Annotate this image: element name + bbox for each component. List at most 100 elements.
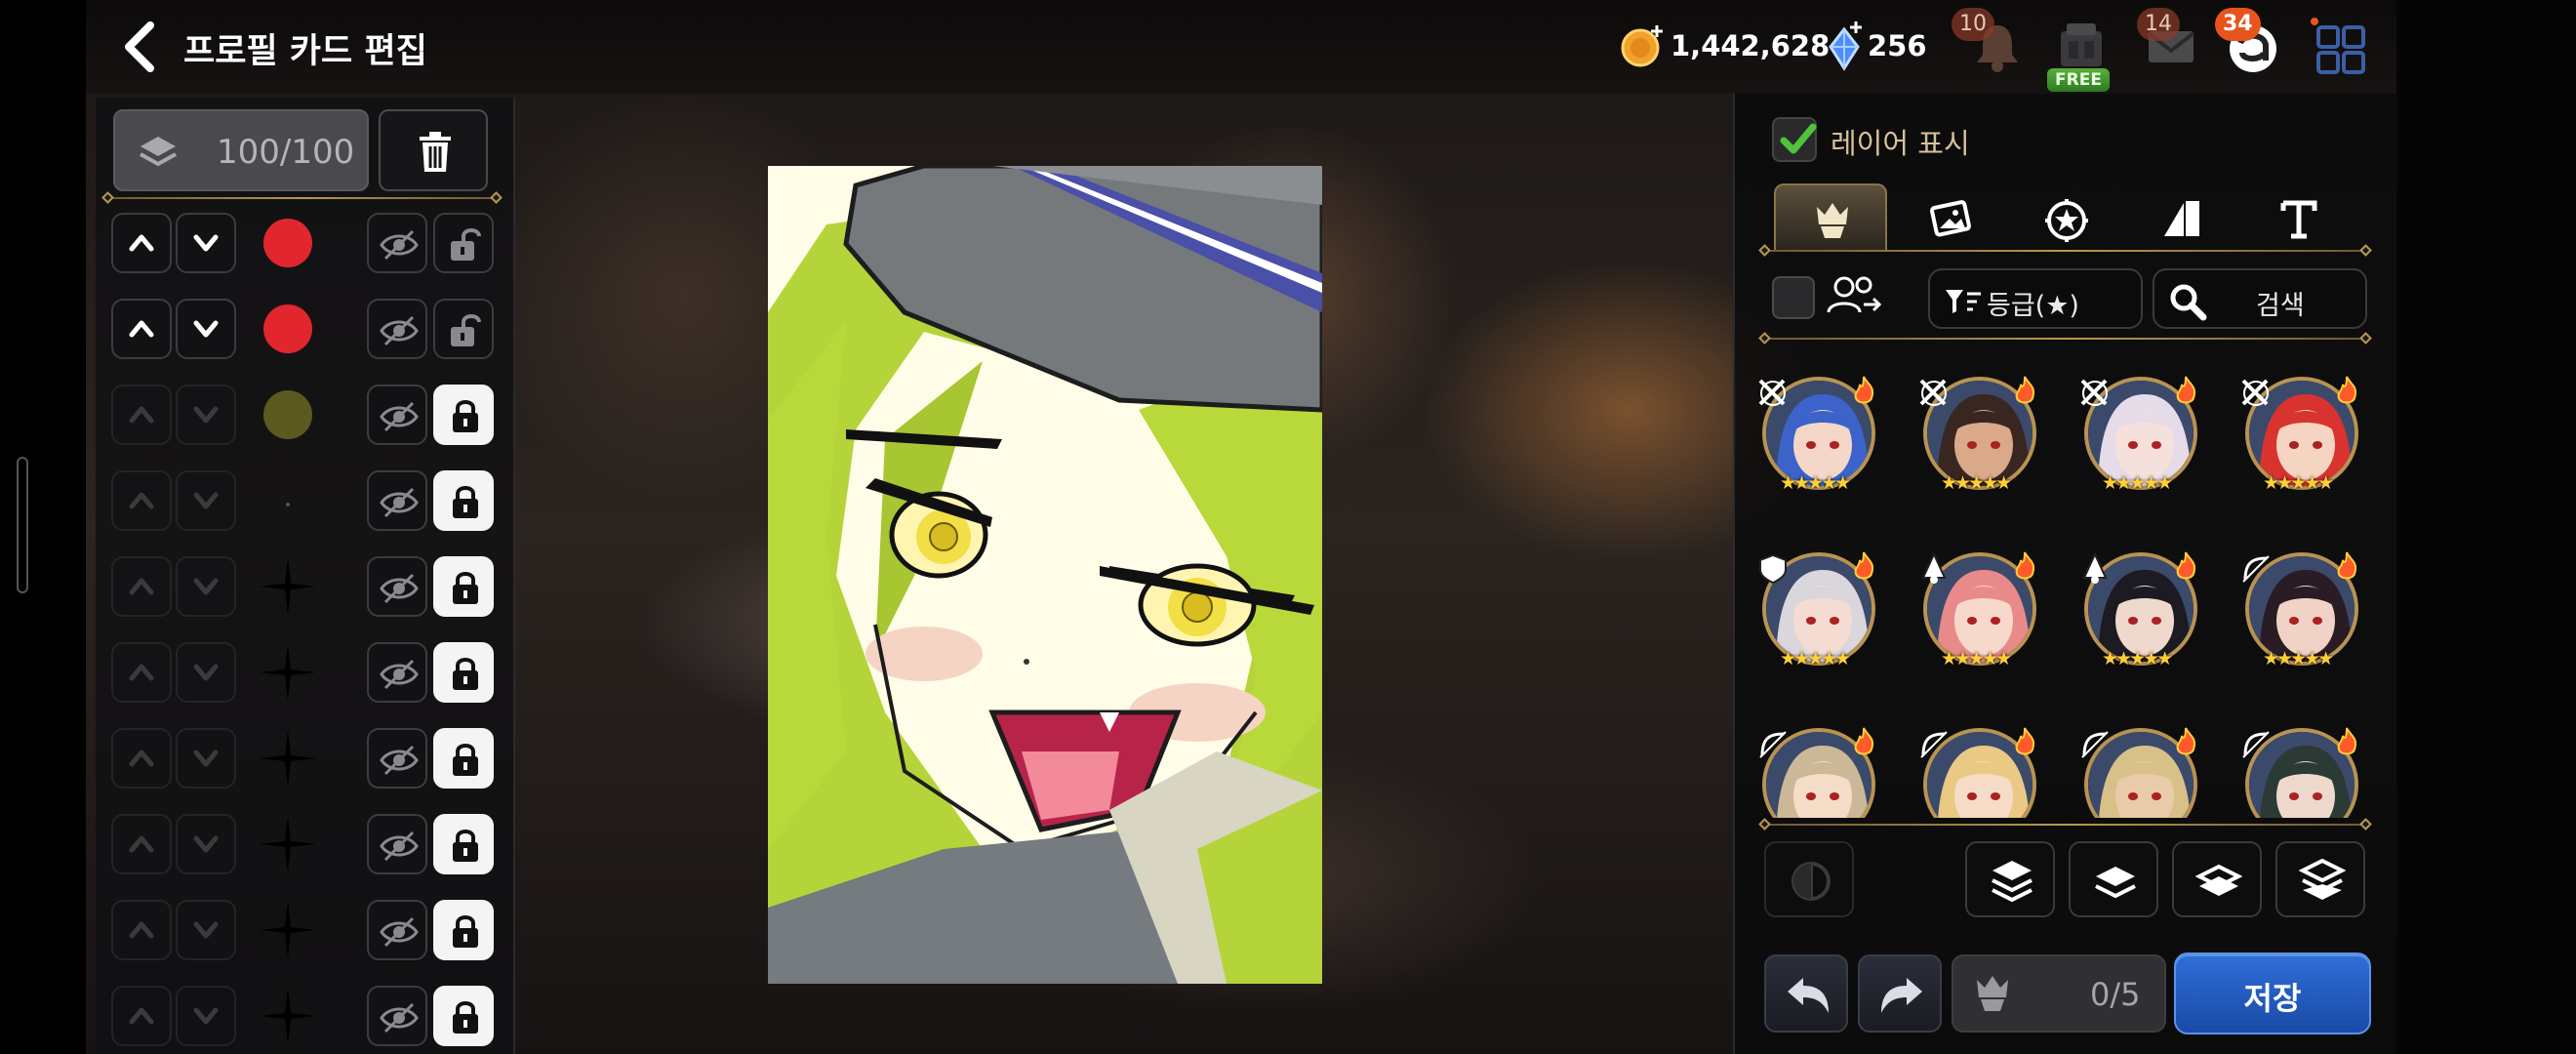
move-layer-down-button[interactable] [176,385,236,445]
move-layer-down-button[interactable] [176,213,236,273]
layer-preview-sparkle [258,642,318,703]
sort-grade-button[interactable]: 등급(★) [1928,268,2143,329]
move-layer-up-button[interactable] [111,213,172,273]
profile-card-canvas[interactable] [768,166,1322,984]
move-layer-down-button[interactable] [176,299,236,359]
move-layer-up-button[interactable] [111,556,172,617]
hero-stars: ★★★★★ [1941,472,2012,494]
toggle-visibility-button[interactable] [367,642,427,703]
layer-row[interactable] [111,466,502,537]
layer-row[interactable] [111,638,502,709]
hero-portrait[interactable]: ★★★★★ [2239,722,2364,818]
toggle-lock-button[interactable] [433,986,494,1046]
move-layer-down-button[interactable] [176,642,236,703]
layer-row[interactable] [111,381,502,451]
hero-portrait[interactable]: ★★★★★ [2239,547,2364,671]
toggle-visibility-button[interactable] [367,986,427,1046]
move-layer-up-button[interactable] [111,642,172,703]
layer-row[interactable] [111,295,502,365]
send-backward-button[interactable] [2172,841,2262,917]
save-button[interactable]: 저장 [2174,953,2371,1034]
undo-button[interactable] [1764,954,1848,1033]
hero-portrait[interactable]: ★★★★★ [2078,371,2203,496]
toggle-lock-button[interactable] [433,900,494,960]
shop-free-label: FREE [2047,68,2110,92]
redo-button[interactable] [1858,954,1942,1033]
toggle-lock-button[interactable] [433,814,494,874]
toggle-visibility-button[interactable] [367,728,427,789]
back-icon[interactable] [115,21,166,72]
bring-forward-button[interactable] [2069,841,2158,917]
badge-icon [2045,199,2088,242]
side-handle[interactable] [17,457,28,593]
layer-row[interactable] [111,209,502,279]
hero-portrait[interactable]: ★★★★★ [2239,371,2364,496]
layer-row[interactable] [111,982,502,1052]
send-to-back-button[interactable] [2275,841,2365,917]
tab-shape[interactable] [2125,183,2238,252]
toggle-visibility-button[interactable] [367,299,427,359]
toggle-visibility-button[interactable] [367,470,427,531]
toggle-lock-button[interactable] [433,642,494,703]
hero-portrait[interactable]: ★★★★★ [1756,547,1881,671]
hero-portrait[interactable]: ★★★★★ [1756,722,1881,818]
tab-image[interactable] [1891,183,2004,252]
toggle-lock-button[interactable] [433,385,494,445]
tab-badge[interactable] [2008,183,2121,252]
shape-icon [2164,201,2199,236]
layer-row[interactable] [111,724,502,794]
move-layer-up-button[interactable] [111,728,172,789]
layer-row[interactable] [111,552,502,623]
toggle-visibility-button[interactable] [367,556,427,617]
hero-portrait[interactable]: ★★★★★ [1756,371,1881,496]
toggle-lock-button[interactable] [433,299,494,359]
hero-portrait[interactable]: ★★★★★ [1917,722,2042,818]
slot-count: 0/5 [2090,976,2141,1013]
tab-text[interactable] [2242,183,2355,252]
crystal-icon[interactable] [1825,21,1864,72]
hero-portrait[interactable]: ★★★★★ [2078,547,2203,671]
layer-row[interactable] [111,896,502,966]
mage-icon [1917,551,1951,589]
hero-portrait[interactable]: ★★★★★ [2078,722,2203,818]
move-layer-up-button[interactable] [111,814,172,874]
bow-icon [1917,728,1951,765]
toggle-lock-button[interactable] [433,213,494,273]
people-swap-icon[interactable] [1825,271,1881,324]
move-layer-down-button[interactable] [176,728,236,789]
layer-row[interactable] [111,810,502,880]
tab-hero[interactable] [1774,183,1887,252]
right-bezel [2396,0,2576,1054]
move-layer-up-button[interactable] [111,385,172,445]
move-layer-down-button[interactable] [176,986,236,1046]
move-layer-up-button[interactable] [111,986,172,1046]
search-button[interactable]: 검색 [2153,268,2367,329]
move-layer-down-button[interactable] [176,814,236,874]
toggle-lock-button[interactable] [433,728,494,789]
bring-to-front-button[interactable] [1965,841,2055,917]
flip-button[interactable] [1764,841,1854,917]
toggle-visibility-button[interactable] [367,385,427,445]
flame-icon [2333,726,2360,761]
show-layers-checkbox[interactable] [1772,117,1817,162]
toggle-lock-button[interactable] [433,470,494,531]
grid-menu-icon[interactable] [2309,14,2373,78]
move-layer-up-button[interactable] [111,299,172,359]
move-layer-up-button[interactable] [111,470,172,531]
move-layer-down-button[interactable] [176,470,236,531]
delete-layer-button[interactable] [379,109,488,191]
gold-coin-icon[interactable] [1620,23,1665,68]
move-layer-down-button[interactable] [176,900,236,960]
bell-badge: 10 [1952,8,1994,41]
toggle-lock-button[interactable] [433,556,494,617]
move-layer-up-button[interactable] [111,900,172,960]
hero-portrait[interactable]: ★★★★★ [1917,547,2042,671]
toggle-visibility-button[interactable] [367,213,427,273]
toggle-visibility-button[interactable] [367,900,427,960]
hero-portrait[interactable]: ★★★★★ [1917,371,2042,496]
owned-filter-checkbox[interactable] [1772,276,1815,319]
layer-counter: 100/100 [113,109,369,191]
flame-icon [2333,550,2360,586]
toggle-visibility-button[interactable] [367,814,427,874]
move-layer-down-button[interactable] [176,556,236,617]
